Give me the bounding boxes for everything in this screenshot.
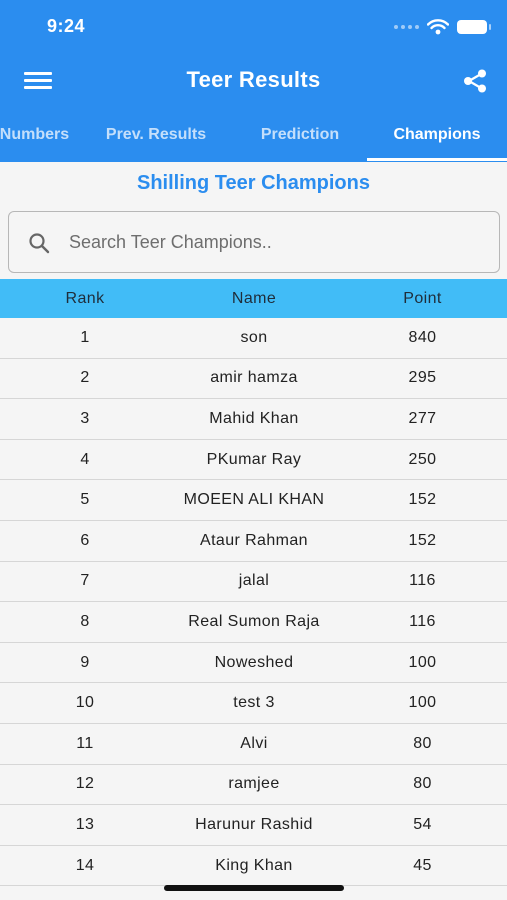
table-row[interactable]: 11 Alvi 80	[0, 723, 507, 765]
tab-prev-results[interactable]: Prev. Results	[86, 112, 226, 162]
table-row[interactable]: 6 Ataur Rahman 152	[0, 520, 507, 562]
rank-cell: 11	[76, 734, 94, 752]
point-cell: 152	[408, 531, 437, 549]
home-indicator	[164, 885, 344, 891]
table-row[interactable]: 1 son 840	[0, 318, 507, 359]
share-icon[interactable]	[461, 67, 489, 95]
battery-icon	[457, 20, 491, 34]
point-cell: 54	[413, 815, 432, 833]
rank-cell: 10	[75, 694, 95, 712]
table-row[interactable]: 4 PKumar Ray 250	[0, 439, 507, 481]
point-cell: 295	[408, 369, 437, 387]
rank-cell: 8	[80, 612, 90, 630]
rank-cell: 13	[75, 815, 95, 833]
rank-cell: 7	[80, 572, 90, 590]
app-title: Teer Results	[186, 67, 321, 92]
name-cell: Alvi	[240, 734, 268, 752]
page-heading: Shilling Teer Champions	[137, 172, 370, 194]
name-cell: amir hamza	[210, 369, 298, 387]
point-cell: 116	[409, 572, 436, 590]
table-body: 1 son 840 2 amir hamza 295 3 Mahid Khan 277 4 PKum…	[0, 318, 507, 887]
status-time: 9:24	[47, 16, 86, 36]
point-cell: 250	[408, 450, 437, 468]
tab-common-numbers[interactable]: Common Numbers	[0, 112, 69, 162]
app-bar: 9:24 Teer Results Common Numbers Prev. R…	[0, 0, 507, 162]
point-cell: 80	[413, 775, 432, 793]
table-row[interactable]: 8 Real Sumon Raja 116	[0, 602, 507, 643]
point-cell: 152	[408, 491, 437, 509]
rank-cell: 3	[80, 409, 90, 427]
tab-bar: Common Numbers Prev. Results Prediction …	[0, 112, 507, 162]
name-cell: son	[240, 328, 268, 346]
rank-cell: 6	[80, 531, 90, 549]
tab-prediction[interactable]: Prediction	[232, 112, 368, 162]
signal-dots-icon	[394, 25, 419, 29]
table-row[interactable]: 9 Noweshed 100	[0, 642, 507, 684]
name-cell: Noweshed	[214, 653, 294, 671]
name-cell: test 3	[233, 694, 275, 712]
name-cell: ramjee	[228, 775, 280, 793]
point-cell: 45	[413, 856, 432, 874]
point-cell: 100	[408, 694, 437, 712]
table-row[interactable]: 13 Harunur Rashid 54	[0, 805, 507, 846]
wifi-icon	[427, 19, 449, 35]
table-row[interactable]: 10 test 3 100	[0, 683, 507, 724]
tab-champions[interactable]: Champions	[367, 112, 507, 162]
name-cell: Harunur Rashid	[195, 815, 313, 833]
name-cell: King Khan	[215, 856, 293, 874]
name-cell: MOEEN ALI KHAN	[183, 491, 325, 509]
rank-cell: 9	[80, 653, 90, 671]
name-cell: Ataur Rahman	[200, 531, 308, 549]
column-header-point: Point	[403, 289, 442, 307]
point-cell: 80	[413, 734, 432, 752]
table-row[interactable]: 7 jalal 116	[0, 561, 507, 603]
rank-cell: 5	[80, 491, 90, 509]
name-cell: PKumar Ray	[206, 450, 302, 468]
table-row[interactable]: 2 amir hamza 295	[0, 358, 507, 400]
toolbar: Teer Results	[0, 55, 507, 107]
rank-cell: 12	[75, 775, 95, 793]
column-header-rank: Rank	[65, 289, 105, 307]
point-cell: 277	[408, 409, 437, 427]
rank-cell: 4	[80, 450, 90, 468]
table-row[interactable]: 3 Mahid Khan 277	[0, 399, 507, 440]
table-row[interactable]: 5 MOEEN ALI KHAN 152	[0, 480, 507, 521]
rank-cell: 2	[80, 369, 90, 387]
name-cell: jalal	[238, 572, 270, 590]
table-header: Rank Name Point	[0, 279, 507, 318]
point-cell: 116	[409, 612, 436, 630]
table-row[interactable]: 12 ramjee 80	[0, 764, 507, 806]
name-cell: Real Sumon Raja	[188, 612, 320, 630]
champions-table: Rank Name Point 1 son 840 2 amir hamza 295 3 Ma…	[0, 279, 507, 887]
status-icons	[394, 17, 491, 37]
point-cell: 840	[408, 328, 437, 346]
active-tab-indicator	[367, 158, 507, 161]
table-row[interactable]: 14 King Khan 45	[0, 845, 507, 887]
point-cell: 100	[408, 653, 437, 671]
search-input[interactable]	[69, 224, 489, 260]
search-box	[8, 211, 500, 273]
search-icon	[29, 233, 50, 254]
status-bar: 9:24	[0, 0, 507, 52]
name-cell: Mahid Khan	[209, 409, 299, 427]
column-header-name: Name	[231, 289, 277, 307]
rank-cell: 14	[75, 856, 95, 874]
rank-cell: 1	[80, 328, 90, 346]
